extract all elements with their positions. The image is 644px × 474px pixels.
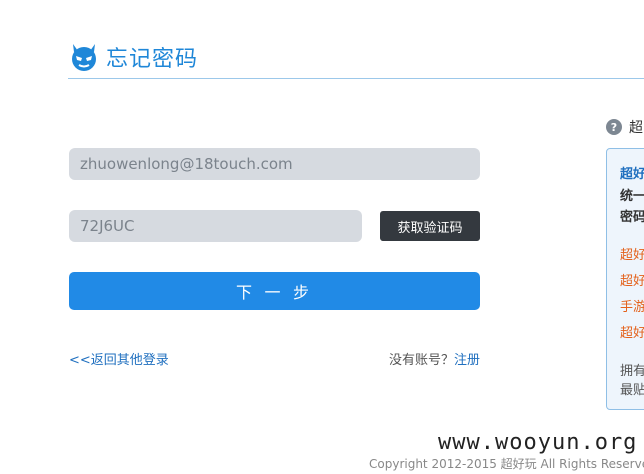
panel-line: 超好 [620,167,644,182]
page-title: 忘记密码 [106,47,199,72]
watermark: www.wooyun.org [438,430,638,455]
info-panel: 超好 统一 密码 超好 超好 手游 超好 拥有 最贴 [606,148,644,410]
page-header: 忘记密码 [68,40,198,74]
question-circle-icon: ? [606,119,622,135]
verification-code-field[interactable] [69,210,362,242]
panel-line: 统一 [620,189,644,204]
panel-line: 超好 [620,248,644,263]
no-account-label: 没有账号？ [388,353,454,368]
back-to-other-login-link[interactable]: <<返回其他登录 [69,349,169,368]
header-divider [68,78,644,79]
email-field[interactable] [69,148,480,180]
panel-line: 拥有 [620,364,644,379]
devil-face-icon [72,44,96,71]
copyright-text: Copyright 2012-2015 超好玩 All Rights Reser… [369,457,644,471]
panel-line: 密码 [620,210,644,225]
panel-line: 手游 [620,300,644,315]
panel-line: 最贴 [620,383,644,398]
register-prompt: 没有账号？注册 [389,349,480,368]
get-code-button[interactable]: 获取验证码 [380,211,480,241]
help-heading: 超 [629,120,643,136]
panel-line: 超好 [620,326,644,341]
next-step-button[interactable]: 下 一 步 [69,272,480,310]
panel-line: 超好 [620,274,644,289]
register-link[interactable]: 注册 [454,353,480,368]
